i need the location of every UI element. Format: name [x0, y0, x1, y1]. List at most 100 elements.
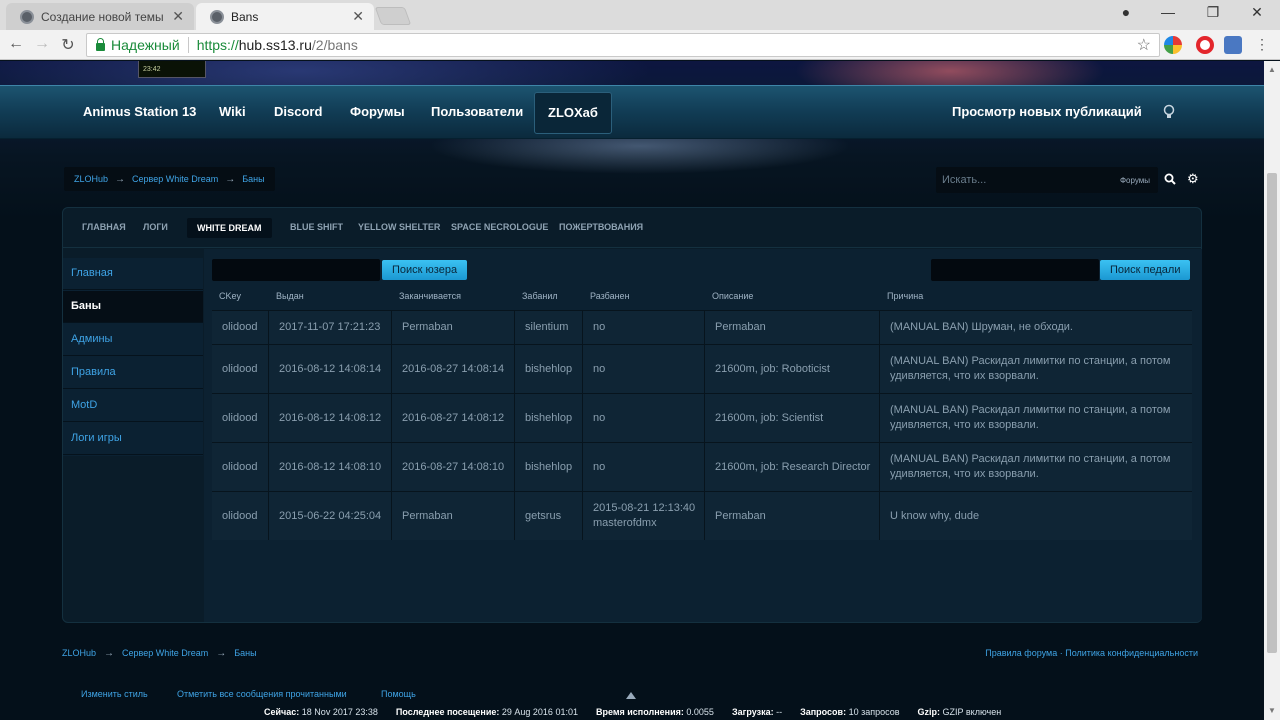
nav-item-animus[interactable]: Animus Station 13 [83, 86, 196, 140]
table-row: olidood 2016-08-12 14:08:10 2016-08-27 14:… [212, 442, 1192, 491]
cell-issued: 2017-11-07 17:21:23 [269, 311, 392, 344]
search-input[interactable]: Искать... Форумы [936, 167, 1158, 193]
browser-menu-icon[interactable]: ⋮ [1252, 36, 1272, 53]
admin-search-input[interactable] [931, 259, 1099, 281]
nav-item-zlohub[interactable]: ZLOXаб [534, 92, 612, 134]
scroll-up-icon[interactable]: ▲ [1264, 63, 1280, 77]
arrow-right-icon: → [225, 173, 236, 185]
cell-ckey: olidood [212, 345, 269, 393]
stat-item: Gzip: GZIP включен [918, 707, 1002, 717]
nav-new-posts[interactable]: Просмотр новых публикаций [952, 86, 1142, 140]
stat-label: Запросов: [800, 707, 847, 717]
search-user-button[interactable]: Поиск юзера [382, 260, 468, 280]
cell-banned-by: bishehlop [515, 443, 583, 491]
new-tab-button[interactable] [374, 7, 412, 25]
breadcrumb-item[interactable]: Сервер White Dream [132, 174, 218, 184]
cell-description: 21600m, job: Research Director [705, 443, 880, 491]
tab-donations[interactable]: Пожертвования [559, 222, 643, 232]
tab-logs[interactable]: Логи [143, 222, 168, 232]
table-row: olidood 2017-11-07 17:21:23 Permaban silent… [212, 310, 1192, 344]
user-search-input[interactable] [212, 259, 380, 281]
translate-extension-icon[interactable] [1224, 36, 1242, 54]
breadcrumb-item[interactable]: Баны [234, 648, 256, 659]
close-icon[interactable]: ✕ [172, 8, 184, 25]
breadcrumb-item[interactable]: ZLOHub [62, 648, 96, 659]
search-placeholder: Искать... [942, 174, 987, 186]
sidebar-item-admins[interactable]: Админы [63, 324, 203, 356]
cell-reason: (MANUAL BAN) Раскидал лимитки по станции… [890, 355, 1171, 382]
tab-space-necrologue[interactable]: Space Necrologue [451, 222, 548, 232]
page-scrollbar[interactable]: ▲ ▼ [1264, 61, 1280, 720]
opera-extension-icon[interactable] [1196, 36, 1214, 54]
stat-value: GZIP включен [942, 707, 1002, 717]
tab-blue-shift[interactable]: Blue Shift [290, 222, 343, 232]
nav-item-users[interactable]: Пользователи [431, 86, 523, 140]
nav-item-forums[interactable]: Форумы [350, 86, 405, 140]
arrow-right-icon: → [115, 173, 126, 185]
stat-label: Последнее посещение: [395, 707, 500, 717]
address-bar[interactable]: Надежный https:// hub.ss13.ru /2/bans ☆ [86, 33, 1160, 57]
extension-icon[interactable] [1164, 36, 1182, 54]
maximize-icon[interactable]: ❐ [1203, 4, 1223, 21]
stat-label: Gzip: [917, 707, 941, 717]
sidebar: Главная Баны Админы Правила MotD Логи иг… [63, 258, 203, 456]
tab-white-dream[interactable]: White Dream [187, 218, 272, 238]
bookmark-star-icon[interactable]: ☆ [1137, 35, 1151, 55]
breadcrumb: ZLOHub → Сервер White Dream → Баны [64, 167, 275, 191]
cell-unbanned: no [583, 345, 705, 393]
column-header-reason: Причина [887, 291, 924, 301]
minimize-icon[interactable]: — [1158, 4, 1178, 20]
cell-description: 21600m, job: Roboticist [705, 345, 880, 393]
close-icon[interactable]: ✕ [352, 8, 364, 25]
sidebar-item-game-logs[interactable]: Логи игры [63, 423, 203, 455]
arrow-right-icon: → [216, 648, 227, 659]
url-path: /2/bans [311, 37, 358, 53]
browser-tab-new-topic[interactable]: Создание новой темы - ✕ [6, 3, 194, 30]
sidebar-item-motd[interactable]: MotD [63, 390, 203, 422]
back-icon[interactable]: ← [6, 35, 26, 53]
nav-item-wiki[interactable]: Wiki [219, 86, 246, 140]
stat-item: Время исполнения: 0.0055 [596, 707, 714, 717]
search-scope[interactable]: Форумы [1120, 176, 1150, 185]
search-icon[interactable] [1164, 173, 1176, 185]
clock-widget: 23:42 [138, 61, 206, 78]
tab-title: Bans [231, 9, 259, 24]
cell-reason: (MANUAL BAN) Раскидал лимитки по станции… [890, 453, 1171, 480]
profile-icon[interactable]: ● [1116, 4, 1136, 20]
cell-description: Permaban [705, 492, 880, 540]
browser-tab-bans[interactable]: Bans ✕ [196, 3, 374, 30]
cell-expires: Permaban [392, 492, 515, 540]
sidebar-item-bans[interactable]: Баны [63, 291, 203, 323]
stat-item: Сейчас: 18 Nov 2017 23:38 [264, 707, 378, 717]
scroll-top-icon[interactable] [626, 692, 636, 699]
url-protocol: https:// [196, 37, 239, 53]
sidebar-item-rules[interactable]: Правила [63, 357, 203, 389]
window-close-icon[interactable]: ✕ [1247, 4, 1267, 21]
tab-yellow-shelter[interactable]: Yellow Shelter [358, 222, 440, 232]
forum-rules-link[interactable]: Правила форума [985, 648, 1057, 658]
stat-item: Загрузка: -- [732, 707, 782, 717]
scroll-down-icon[interactable]: ▼ [1264, 704, 1280, 718]
cell-reason: (MANUAL BAN) Шруман, не обходи. [890, 321, 1073, 333]
stat-value: 0.0055 [686, 707, 714, 717]
breadcrumb-item[interactable]: ZLOHub [74, 174, 108, 184]
stat-value: 29 Aug 2016 01:01 [501, 707, 578, 717]
forward-icon[interactable]: → [32, 35, 52, 53]
lightbulb-icon[interactable] [1163, 104, 1175, 120]
breadcrumb-item[interactable]: Сервер White Dream [122, 648, 208, 659]
change-style-link[interactable]: Изменить стиль [81, 689, 148, 699]
help-link[interactable]: Помощь [381, 689, 416, 699]
search-admin-button[interactable]: Поиск педали [1100, 260, 1191, 280]
sidebar-item-main[interactable]: Главная [63, 258, 203, 290]
breadcrumb-item[interactable]: Баны [242, 174, 264, 184]
mark-all-read-link[interactable]: Отметить все сообщения прочитанными [177, 689, 347, 699]
privacy-policy-link[interactable]: Политика конфиденциальности [1065, 648, 1198, 658]
tab-main[interactable]: Главная [82, 222, 126, 232]
nav-item-discord[interactable]: Discord [274, 86, 322, 140]
reload-icon[interactable]: ↻ [58, 35, 78, 55]
scrollbar-thumb[interactable] [1267, 173, 1277, 653]
gear-icon[interactable]: ⚙ [1187, 172, 1199, 185]
stat-value: -- [776, 707, 783, 717]
stat-value: 10 запросов [848, 707, 900, 717]
browser-tabstrip: Создание новой темы - ✕ Bans ✕ ● — ❐ ✕ [0, 0, 1280, 30]
